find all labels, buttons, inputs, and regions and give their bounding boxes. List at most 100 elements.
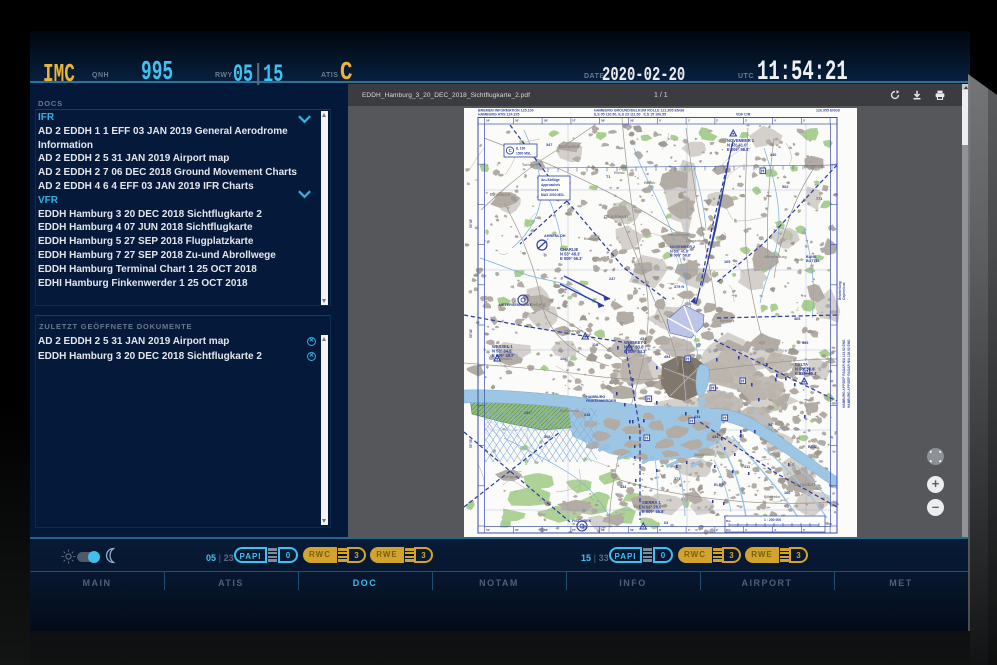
svg-text:HAMBURG ATIS 124.325: HAMBURG ATIS 124.325 bbox=[478, 112, 520, 116]
svg-text:Copernicus: Copernicus bbox=[842, 282, 846, 300]
svg-text:58°: 58° bbox=[768, 423, 774, 427]
svg-text:Elmshorn: Elmshorn bbox=[490, 192, 511, 197]
svg-text:57': 57' bbox=[572, 528, 576, 532]
svg-text:Halstenbek: Halstenbek bbox=[564, 329, 583, 333]
svg-text:118°: 118° bbox=[592, 343, 600, 347]
svg-text:434: 434 bbox=[640, 337, 647, 341]
svg-text:308: 308 bbox=[544, 435, 550, 439]
svg-text:465: 465 bbox=[794, 317, 800, 321]
svg-text:An-/Abflüge: An-/Abflüge bbox=[541, 178, 560, 182]
svg-text:Km: Km bbox=[726, 528, 731, 532]
svg-text:56': 56' bbox=[544, 528, 548, 532]
svg-text:E 009° 56.3': E 009° 56.3' bbox=[560, 256, 582, 261]
svg-text:Wilhelmsburg: Wilhelmsburg bbox=[694, 453, 716, 457]
svg-text:1 : 200 000: 1 : 200 000 bbox=[764, 518, 781, 522]
svg-text:Hasloh: Hasloh bbox=[644, 181, 655, 185]
svg-text:434: 434 bbox=[694, 415, 701, 419]
svg-text:E 010° 09.4': E 010° 09.4' bbox=[795, 371, 817, 376]
svg-text:247: 247 bbox=[609, 277, 615, 281]
svg-text:771: 771 bbox=[816, 197, 822, 201]
svg-text:FISCHBEK: FISCHBEK bbox=[572, 519, 592, 523]
svg-text:3': 3' bbox=[745, 119, 748, 123]
svg-text:347: 347 bbox=[546, 143, 552, 147]
svg-text:58': 58' bbox=[601, 528, 605, 532]
svg-text:C: C bbox=[509, 148, 512, 153]
svg-text:55': 55' bbox=[515, 119, 519, 123]
svg-text:T1: T1 bbox=[606, 175, 610, 179]
svg-text:Norderstedt: Norderstedt bbox=[668, 233, 690, 237]
svg-text:5': 5' bbox=[803, 528, 806, 532]
svg-text:E 009° 58.8': E 009° 58.8' bbox=[670, 254, 691, 258]
svg-text:Ellerau: Ellerau bbox=[614, 171, 625, 175]
svg-text:Rellingen: Rellingen bbox=[584, 237, 599, 241]
svg-text:Barmstedt: Barmstedt bbox=[559, 144, 581, 149]
svg-text:3': 3' bbox=[745, 528, 748, 532]
svg-text:FINKENWERDER: FINKENWERDER bbox=[586, 399, 616, 403]
svg-text:ILS 05 110.50, ILS 23 111.50: ILS 05 110.50, ILS 23 111.50 ILS 15 106.… bbox=[594, 112, 666, 116]
svg-text:E 009° 54.3': E 009° 54.3' bbox=[624, 349, 646, 354]
svg-text:Neugraben: Neugraben bbox=[504, 475, 523, 479]
svg-text:379 ft: 379 ft bbox=[674, 285, 685, 289]
svg-text:58': 58' bbox=[601, 119, 605, 123]
svg-text:434: 434 bbox=[712, 435, 719, 439]
svg-text:Bergedorf: Bergedorf bbox=[794, 482, 816, 487]
svg-text:55': 55' bbox=[515, 528, 519, 532]
svg-text:4': 4' bbox=[774, 528, 777, 532]
svg-text:Rm: Rm bbox=[726, 519, 731, 523]
svg-text:53°40': 53°40' bbox=[469, 329, 473, 338]
svg-text:54': 54' bbox=[486, 119, 490, 123]
svg-text:2': 2' bbox=[716, 528, 719, 532]
svg-text:Harburg: Harburg bbox=[634, 504, 651, 509]
svg-text:HAMBURG APP/DEP RADAR N/A 128.: HAMBURG APP/DEP RADAR N/A 128.92 ENG bbox=[847, 339, 851, 408]
svg-text:Ahrensburg: Ahrensburg bbox=[764, 254, 787, 259]
svg-text:Langenhorn: Langenhorn bbox=[686, 239, 707, 243]
svg-text:434: 434 bbox=[620, 485, 627, 489]
svg-text:Departures: Departures bbox=[541, 188, 559, 192]
svg-text:340: 340 bbox=[770, 153, 776, 157]
svg-text:BOIZ: BOIZ bbox=[808, 445, 818, 449]
svg-text:IL 190: IL 190 bbox=[516, 147, 525, 151]
svg-text:MAX 2000 MSL: MAX 2000 MSL bbox=[541, 193, 564, 197]
svg-text:Bargteheide: Bargteheide bbox=[804, 165, 825, 169]
svg-text:E 009° 58.8': E 009° 58.8' bbox=[727, 147, 749, 152]
svg-text:166: 166 bbox=[784, 491, 790, 495]
svg-text:411: 411 bbox=[744, 465, 750, 469]
svg-text:Pinneberg: Pinneberg bbox=[524, 302, 546, 307]
svg-text:502: 502 bbox=[782, 185, 788, 189]
svg-text:57': 57' bbox=[572, 119, 576, 123]
svg-text:Blankenese: Blankenese bbox=[560, 409, 579, 413]
svg-text:VDF C/R: VDF C/R bbox=[736, 112, 751, 116]
svg-text:373: 373 bbox=[674, 477, 680, 481]
svg-text:1': 1' bbox=[688, 528, 691, 532]
svg-text:BÜTTEL: BÜTTEL bbox=[806, 258, 821, 263]
svg-text:1': 1' bbox=[688, 119, 691, 123]
svg-text:Wedel: Wedel bbox=[500, 356, 512, 361]
svg-text:E 009° 55.8': E 009° 55.8' bbox=[642, 509, 664, 514]
svg-text:5': 5' bbox=[803, 119, 806, 123]
svg-text:4': 4' bbox=[774, 119, 777, 123]
svg-text:445: 445 bbox=[802, 341, 808, 345]
svg-text:ELBE: ELBE bbox=[714, 483, 725, 487]
svg-text:126.955 ENG8: 126.955 ENG8 bbox=[816, 108, 840, 112]
svg-text:Approaches: Approaches bbox=[541, 183, 560, 187]
svg-text:1500 MSL: 1500 MSL bbox=[516, 152, 531, 156]
svg-text:56': 56' bbox=[544, 119, 548, 123]
svg-text:Barmbek: Barmbek bbox=[720, 319, 735, 323]
svg-text:Billwerder: Billwerder bbox=[764, 495, 781, 499]
svg-text:54': 54' bbox=[486, 528, 490, 532]
svg-text:108°: 108° bbox=[560, 357, 568, 361]
svg-text:53°35': 53°35' bbox=[469, 439, 473, 448]
svg-text:Quickborn: Quickborn bbox=[604, 214, 628, 220]
svg-text:Tornesch: Tornesch bbox=[522, 163, 538, 167]
svg-text:59': 59' bbox=[630, 119, 634, 123]
svg-text:318: 318 bbox=[584, 413, 590, 417]
svg-text:53°45': 53°45' bbox=[469, 219, 473, 228]
svg-text:251°: 251° bbox=[524, 411, 532, 415]
svg-text:454: 454 bbox=[664, 355, 671, 359]
svg-text:59': 59' bbox=[630, 528, 634, 532]
svg-text:2': 2' bbox=[716, 119, 719, 123]
svg-text:HAMBURG APP/DEP RADAR N/A 123.: HAMBURG APP/DEP RADAR N/A 123.92 ENG bbox=[842, 339, 846, 408]
svg-text:AHRENLOH: AHRENLOH bbox=[544, 234, 566, 238]
svg-text:165: 165 bbox=[724, 260, 730, 264]
svg-text:63: 63 bbox=[664, 521, 668, 525]
